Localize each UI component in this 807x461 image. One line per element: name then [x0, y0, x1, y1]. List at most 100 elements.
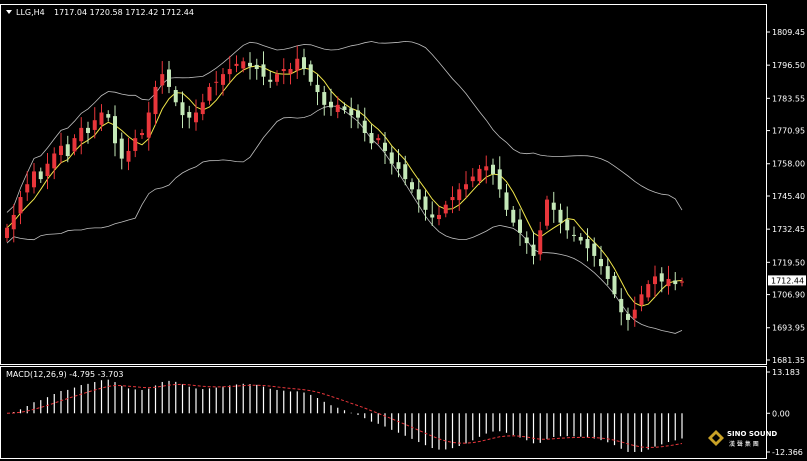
candle	[369, 124, 374, 150]
candle	[281, 58, 286, 85]
candle	[518, 208, 522, 246]
candle	[248, 52, 252, 80]
candle	[288, 62, 293, 85]
macd-tick-label: 13.183	[772, 368, 800, 377]
menu-triangle-icon[interactable]	[6, 10, 12, 14]
candle	[545, 195, 549, 230]
price-tick-label: 1719.50	[772, 258, 805, 267]
ohlc-readout: 1717.04 1720.58 1712.42 1712.44	[54, 8, 194, 17]
price-tick-label: 1770.95	[772, 127, 805, 136]
candle	[599, 245, 603, 275]
candle	[187, 105, 192, 129]
candle	[11, 204, 16, 243]
macd-label: MACD(12,26,9) -4.795 -3.703	[6, 370, 123, 379]
price-tick-label: 1706.90	[772, 291, 805, 300]
candle	[302, 48, 306, 76]
candle	[572, 226, 576, 242]
candle	[167, 61, 171, 94]
price-tick-label: 1745.40	[772, 192, 805, 201]
macd-tick-label: -12.366	[772, 448, 803, 457]
bollinger-lower	[6, 105, 683, 334]
candle	[146, 101, 151, 151]
moving-average-line	[6, 65, 683, 307]
logo-subtitle: 漢 聲 集 團	[729, 440, 759, 448]
candle	[612, 272, 617, 299]
candle	[362, 107, 367, 142]
candle	[423, 190, 428, 221]
price-tick-label: 1758.00	[772, 160, 805, 169]
symbol-label: LLG,H4	[16, 8, 45, 17]
candle	[443, 200, 448, 218]
candle	[214, 71, 219, 96]
candle	[52, 147, 57, 180]
candle	[410, 178, 414, 194]
candle	[308, 60, 313, 86]
candle	[673, 272, 678, 291]
candle	[565, 206, 570, 239]
candle	[680, 277, 684, 287]
candle	[356, 104, 360, 129]
candle	[504, 183, 509, 216]
candle	[666, 265, 671, 295]
price-tick-label: 1783.55	[772, 94, 805, 103]
candle	[45, 152, 50, 190]
price-axis: 1809.45 1796.50 1783.55 1770.95 1758.00 1745.…	[766, 28, 805, 365]
candle	[464, 171, 468, 198]
price-tick-label: 1796.50	[772, 61, 805, 70]
candle	[180, 91, 185, 129]
candle	[126, 137, 131, 171]
bollinger-upper	[6, 40, 683, 213]
candle	[234, 55, 239, 73]
candle	[605, 257, 610, 286]
candle	[349, 97, 354, 129]
candle	[646, 280, 651, 302]
macd-axis: 13.183 0.00 -12.366	[766, 368, 803, 457]
candle	[383, 131, 387, 164]
candle	[38, 167, 43, 183]
candle	[221, 67, 225, 96]
candle	[106, 110, 111, 122]
candle	[578, 233, 583, 245]
sino-sound-logo: SINO SOUND 漢 聲 集 團	[708, 430, 777, 448]
candle	[524, 231, 529, 254]
candle	[592, 237, 597, 267]
candle	[315, 74, 320, 106]
candle	[511, 205, 516, 227]
price-panel-frame	[0, 4, 767, 365]
candle	[173, 86, 178, 107]
candle	[531, 231, 536, 265]
candle	[484, 155, 489, 184]
candle	[470, 168, 475, 188]
candle	[295, 45, 300, 79]
candle	[207, 83, 212, 105]
macd-histogram	[6, 379, 683, 452]
candle	[430, 201, 435, 226]
candle	[268, 71, 273, 88]
candle	[558, 203, 563, 234]
candle	[119, 132, 124, 170]
candle	[194, 99, 198, 131]
candle	[79, 117, 84, 155]
candle	[491, 158, 495, 185]
price-tick-label: 1681.35	[772, 356, 805, 365]
current-price-label: 1712.44	[771, 276, 804, 285]
candle	[160, 61, 165, 94]
candle	[133, 129, 138, 158]
price-tick-label: 1809.45	[772, 28, 805, 37]
candle	[396, 149, 401, 178]
candle	[376, 134, 381, 145]
candle	[153, 80, 158, 125]
candle	[32, 162, 36, 194]
candle	[639, 285, 644, 312]
candle	[322, 85, 327, 116]
candle	[113, 105, 117, 157]
bollinger-bands	[6, 40, 683, 334]
candle	[99, 104, 104, 131]
ma-line	[6, 65, 683, 307]
candle	[653, 265, 657, 298]
price-tick-label: 1693.95	[772, 324, 805, 333]
chart-canvas[interactable]: LLG,H4 1717.04 1720.58 1712.42 1712.44 M…	[0, 0, 807, 461]
candle	[437, 206, 441, 226]
candle	[619, 288, 624, 326]
candle	[86, 121, 90, 144]
